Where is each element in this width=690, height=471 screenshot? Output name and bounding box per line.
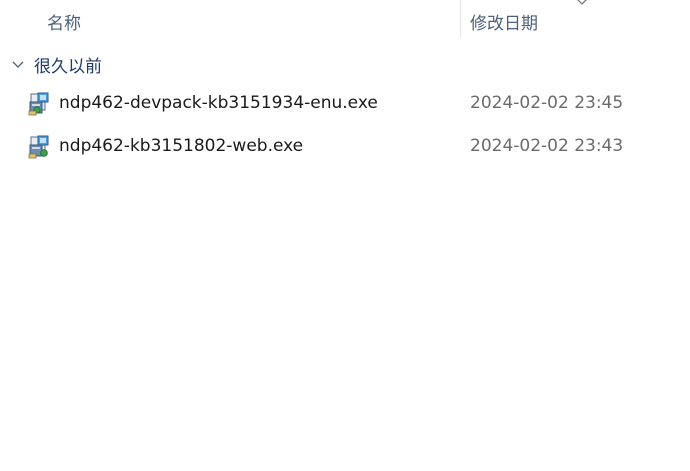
file-row[interactable]: ndp462-devpack-kb3151934-enu.exe 2024-02…	[0, 86, 690, 122]
sort-chevron-icon	[577, 0, 587, 5]
file-name: ndp462-devpack-kb3151934-enu.exe	[59, 93, 378, 113]
group-label: 很久以前	[34, 56, 102, 77]
column-header-date-modified[interactable]: 修改日期	[470, 9, 538, 34]
file-name: ndp462-kb3151802-web.exe	[59, 136, 304, 156]
installer-exe-icon	[28, 135, 49, 159]
group-header-long-ago[interactable]: 很久以前	[10, 52, 102, 77]
column-header-bar: 名称 修改日期	[0, 0, 690, 38]
chevron-down-icon[interactable]	[10, 56, 26, 72]
file-row[interactable]: ndp462-kb3151802-web.exe 2024-02-02 23:4…	[0, 129, 690, 165]
installer-exe-icon	[28, 92, 49, 116]
file-date-modified: 2024-02-02 23:45	[470, 93, 624, 113]
column-header-name[interactable]: 名称	[47, 9, 81, 34]
file-explorer-details-view: 名称 修改日期 很久以前 ndp462-devpack-kb3151934-en…	[0, 0, 690, 471]
column-divider[interactable]	[460, 0, 461, 38]
file-date-modified: 2024-02-02 23:43	[470, 136, 624, 156]
